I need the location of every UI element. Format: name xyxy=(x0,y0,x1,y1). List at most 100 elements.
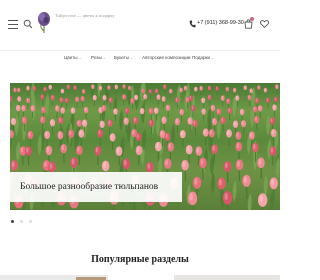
chevron-down-icon: ⌄ xyxy=(130,56,134,60)
tulip-highlight xyxy=(42,107,44,112)
tulip-highlight xyxy=(250,132,253,138)
tulip-highlight xyxy=(226,99,229,103)
tulip-highlight xyxy=(100,121,103,126)
tulip-highlight xyxy=(84,107,87,112)
phone-number[interactable]: +7 (911) 368-99-30 xyxy=(197,20,244,26)
slider-dot[interactable] xyxy=(29,220,32,223)
tulip-highlight xyxy=(17,96,20,100)
tulip-highlight xyxy=(240,109,243,114)
search-icon[interactable] xyxy=(23,19,33,29)
tulip-highlight xyxy=(59,117,61,122)
tulip-highlight xyxy=(194,178,198,185)
tulip-highlight xyxy=(155,89,157,92)
tulip-highlight xyxy=(162,117,165,122)
tulip-highlight xyxy=(136,146,140,153)
nav-item-label: Розы xyxy=(91,55,102,60)
tulip-highlight xyxy=(218,178,222,186)
menu-icon[interactable] xyxy=(8,20,18,29)
tulip-highlight xyxy=(270,118,273,123)
tulip-highlight xyxy=(33,86,35,90)
logo[interactable] xyxy=(36,11,52,35)
chevron-down-icon: ⌄ xyxy=(102,56,106,60)
tulip-highlight xyxy=(264,88,266,91)
tulip-highlight xyxy=(233,121,236,126)
tulip-highlight xyxy=(75,97,78,101)
tulip-highlight xyxy=(11,118,14,123)
heart-icon[interactable] xyxy=(260,20,269,28)
tulip-highlight xyxy=(189,96,192,100)
nav-item-gifts[interactable]: Подарки⌄ xyxy=(192,55,214,60)
tulip-highlight xyxy=(250,89,252,92)
tulip-highlight xyxy=(253,106,256,111)
nav-item-bouquets[interactable]: Букеты⌄ xyxy=(114,55,133,60)
tulip-highlight xyxy=(13,88,16,91)
tulip-highlight xyxy=(58,132,61,137)
tulip-highlight xyxy=(74,85,76,89)
nav-item-label: Цветы xyxy=(64,55,78,60)
site-tagline: Tulips-rose — цветы к подарку xyxy=(55,13,115,18)
tulip-highlight xyxy=(271,178,275,186)
tulip-highlight xyxy=(208,95,210,99)
tulip-highlight xyxy=(108,120,111,125)
tulip-highlight xyxy=(115,85,117,88)
tulip-highlight xyxy=(110,134,113,139)
tulip-highlight xyxy=(248,95,250,99)
tulip-highlight xyxy=(124,118,127,123)
tulip-highlight xyxy=(109,98,111,102)
tulip-leaf xyxy=(45,93,50,116)
slider-dot[interactable] xyxy=(20,220,23,223)
tulip-highlight xyxy=(227,130,230,135)
tulip-highlight xyxy=(26,147,29,153)
tulip-highlight xyxy=(123,159,127,166)
tulip-highlight xyxy=(191,105,194,110)
tulip-highlight xyxy=(233,88,235,92)
tulip-highlight xyxy=(154,108,157,112)
tulip-highlight xyxy=(20,147,24,153)
tulip-highlight xyxy=(243,176,247,183)
tulip-highlight xyxy=(216,86,218,90)
tulip-highlight xyxy=(65,98,67,102)
main-nav xyxy=(0,50,280,66)
tulip-leaf xyxy=(16,141,21,164)
tulip-highlight xyxy=(91,84,93,88)
tulip-highlight xyxy=(160,131,163,136)
tulip-highlight xyxy=(180,88,182,91)
tulip-highlight xyxy=(169,89,171,93)
tulip-leaf xyxy=(37,133,42,156)
tulip-highlight xyxy=(257,85,259,89)
nav-item-label: Букеты xyxy=(114,55,130,60)
tulip-highlight xyxy=(16,105,19,110)
tulip-highlight xyxy=(123,84,125,88)
tulip-highlight xyxy=(116,147,120,153)
tulip-highlight xyxy=(182,161,186,168)
phone-icon[interactable] xyxy=(189,20,196,28)
tulip-highlight xyxy=(162,96,164,100)
tulip-highlight xyxy=(241,120,244,125)
tulip-highlight xyxy=(186,146,190,152)
slider-dot[interactable] xyxy=(11,220,14,223)
nav-item-flowers[interactable]: Цветы⌄ xyxy=(64,55,82,60)
nav-item-roses[interactable]: Розы⌄ xyxy=(91,55,106,60)
tulip-highlight xyxy=(165,159,168,166)
tulip-highlight xyxy=(61,145,64,151)
nav-item-author-compositions[interactable]: Авторские композиции xyxy=(142,55,190,60)
tulip-highlight xyxy=(69,130,72,136)
tulip-highlight xyxy=(77,120,80,125)
tulip-highlight xyxy=(49,85,51,89)
tulip-leaf xyxy=(247,193,252,210)
category-card-image[interactable] xyxy=(174,275,280,280)
tulip-highlight xyxy=(49,163,53,170)
tulip-highlight xyxy=(67,85,69,88)
slider-dots xyxy=(11,220,32,223)
chevron-down-icon: ⌄ xyxy=(211,56,215,60)
tulip-highlight xyxy=(211,105,214,110)
tulip-leaf xyxy=(210,172,215,195)
tulip-highlight xyxy=(194,87,196,91)
tulip-highlight xyxy=(200,158,204,165)
tulip-highlight xyxy=(50,119,53,125)
tulip-highlight xyxy=(271,129,274,135)
tulip-highlight xyxy=(122,94,125,98)
site-header: Tulips-rose — цветы к подарку +7 (911) 3… xyxy=(0,0,280,50)
tulip-highlight xyxy=(189,193,193,201)
tulip-highlight xyxy=(270,147,274,153)
